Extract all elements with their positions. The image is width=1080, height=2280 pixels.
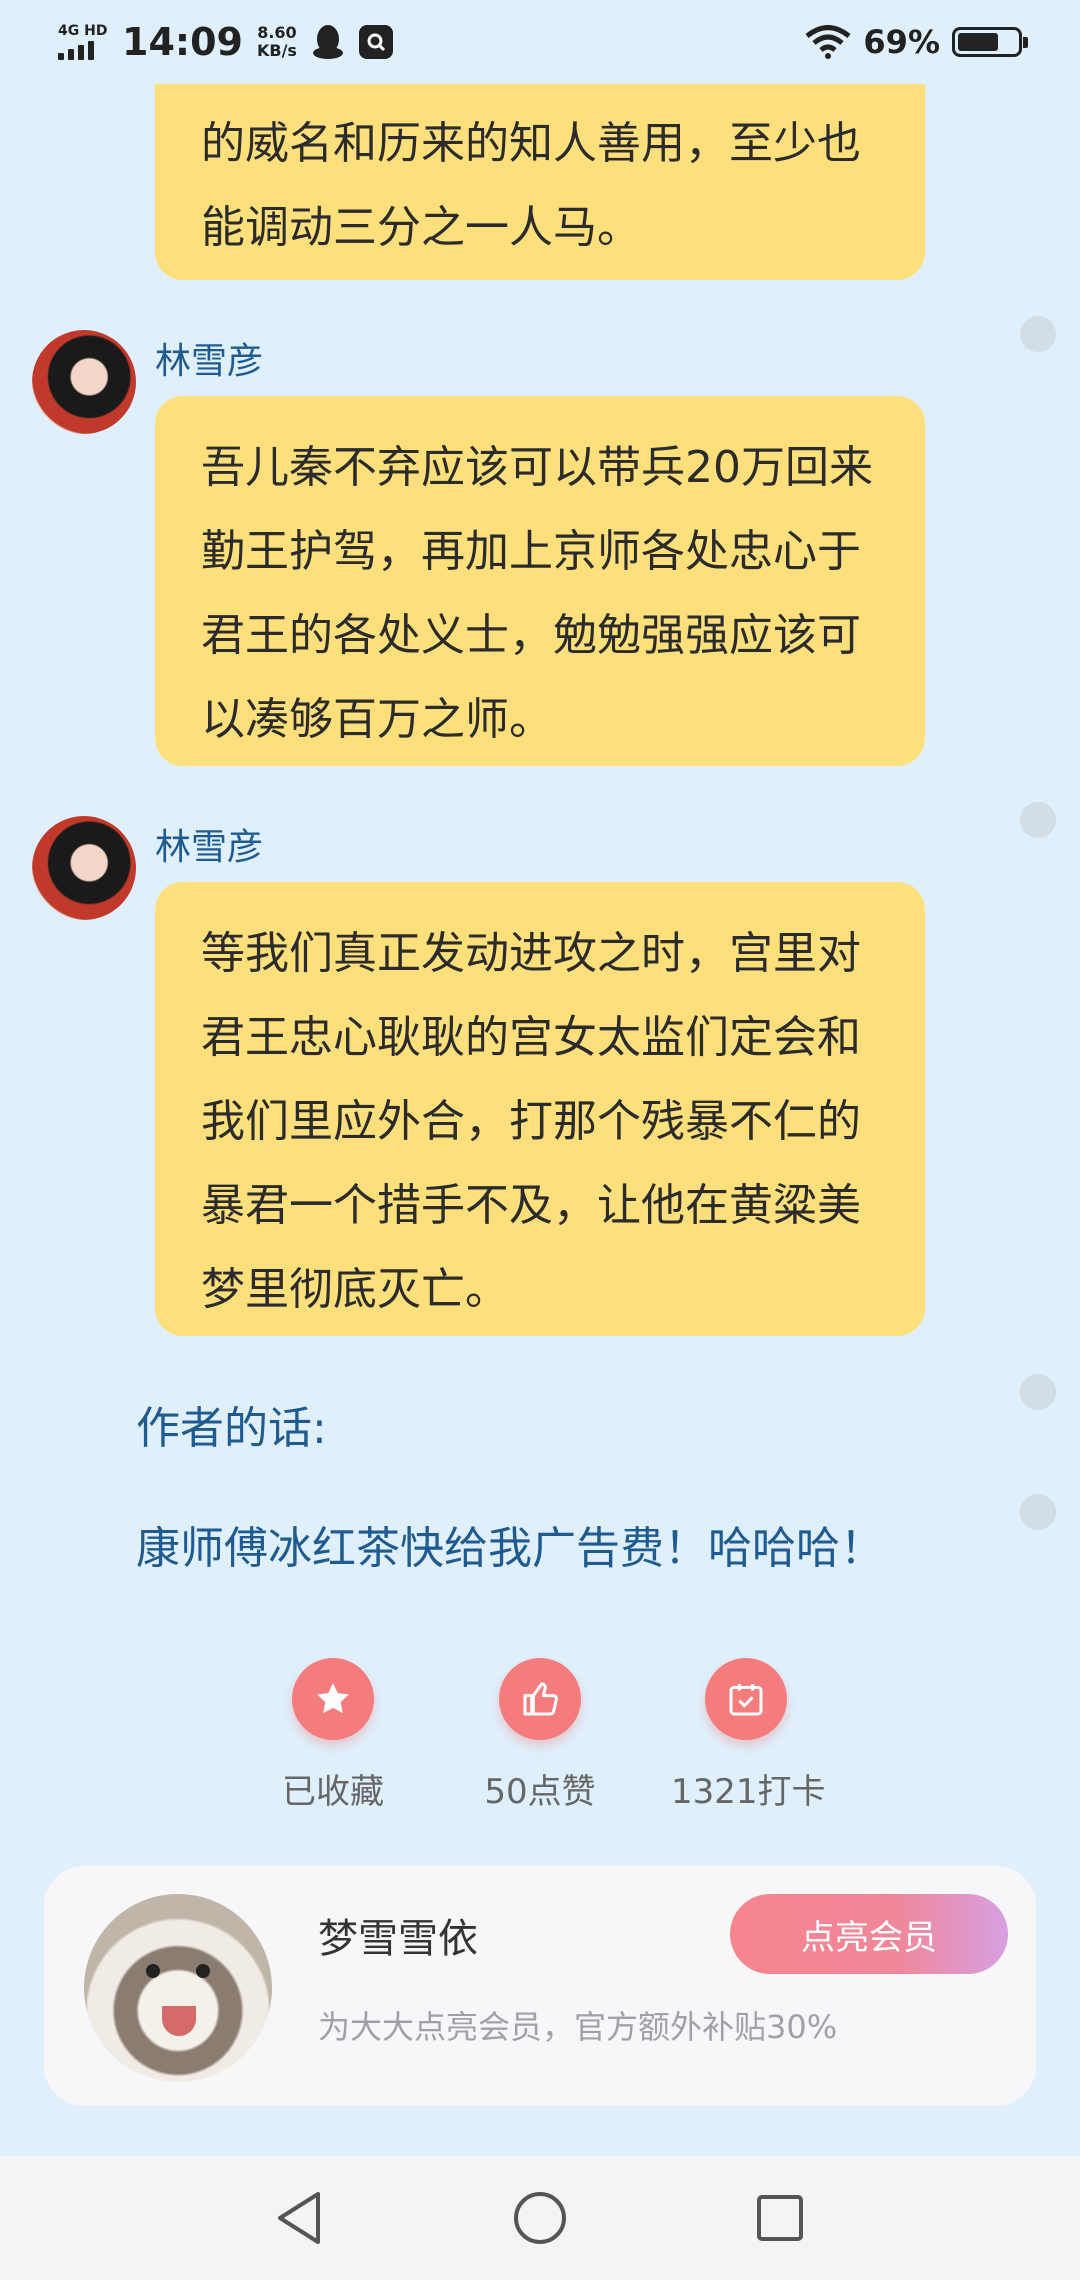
search-app-icon: [358, 25, 393, 59]
author-note-text: 康师傅冰红茶快给我广告费！哈哈哈！: [136, 1523, 884, 1574]
chat-bubble: 等我们真正发动进攻之时，宫里对君王忠心耿耿的宫女太监们定会和我们里应外合，打那个…: [155, 882, 925, 1336]
comment-dot[interactable]: [1020, 316, 1056, 352]
author-note-title: 作者的话:: [136, 1403, 327, 1454]
member-subtitle: 为大大点亮会员，官方额外补贴30%: [318, 2008, 838, 2046]
chat-bubble: 吾儿秦不弃应该可以带兵20万回来勤王护驾，再加上京师各处忠心于君王的各处义士，勉…: [155, 396, 925, 766]
favorite-button[interactable]: 已收藏: [258, 1658, 408, 1813]
speed-value: 8.60: [257, 23, 297, 42]
recents-icon: [757, 2195, 803, 2241]
status-time: 14:09: [122, 20, 243, 64]
comment-dot[interactable]: [1020, 1374, 1056, 1410]
message-text: 吾儿秦不弃应该可以带兵20万回来勤王护驾，再加上京师各处忠心于君王的各处义士，勉…: [201, 442, 873, 745]
activate-membership-button[interactable]: 点亮会员: [730, 1894, 1008, 1974]
network-speed: 8.60 KB/s: [257, 24, 297, 60]
calendar-check-icon: [705, 1658, 787, 1740]
navigation-bar: [0, 2156, 1080, 2280]
wifi-icon: [805, 25, 851, 59]
comment-dot[interactable]: [1020, 802, 1056, 838]
avatar[interactable]: [32, 330, 136, 434]
checkin-count-label: 1321打卡: [671, 1772, 826, 1812]
back-icon: [278, 2192, 320, 2244]
username[interactable]: 林雪彦: [155, 818, 263, 870]
like-count-label: 50点赞: [484, 1772, 596, 1812]
favorite-label: 已收藏: [282, 1772, 384, 1812]
member-card: 梦雪雪依 为大大点亮会员，官方额外补贴30% 点亮会员: [44, 1866, 1036, 2106]
comment-dot[interactable]: [1020, 1494, 1056, 1530]
chat-bubble: 的威名和历来的知人善用，至少也能调动三分之一人马。: [155, 84, 925, 280]
username[interactable]: 林雪彦: [155, 332, 263, 384]
home-icon: [514, 2192, 566, 2244]
thumbs-up-icon: [499, 1658, 581, 1740]
signal-icon: 4G HD: [58, 24, 108, 60]
network-type: 4G HD: [58, 23, 108, 39]
checkin-button[interactable]: 1321打卡: [671, 1658, 826, 1813]
avatar[interactable]: [32, 816, 136, 920]
author-name: 梦雪雪依: [318, 1916, 478, 1962]
battery-icon: [952, 27, 1028, 57]
status-bar: 4G HD 14:09 8.60 KB/s 69%: [0, 0, 1080, 84]
author-avatar[interactable]: [84, 1894, 272, 2082]
like-button[interactable]: 50点赞: [465, 1658, 615, 1813]
battery-percent: 69%: [863, 23, 940, 61]
back-button[interactable]: [260, 2178, 340, 2258]
message-text: 等我们真正发动进攻之时，宫里对君王忠心耿耿的宫女太监们定会和我们里应外合，打那个…: [201, 928, 861, 1315]
message-text: 的威名和历来的知人善用，至少也能调动三分之一人马。: [201, 118, 861, 253]
home-button[interactable]: [500, 2178, 580, 2258]
speed-unit: KB/s: [256, 41, 297, 60]
star-icon: [292, 1658, 374, 1740]
qq-icon: [312, 25, 343, 59]
recents-button[interactable]: [740, 2178, 820, 2258]
